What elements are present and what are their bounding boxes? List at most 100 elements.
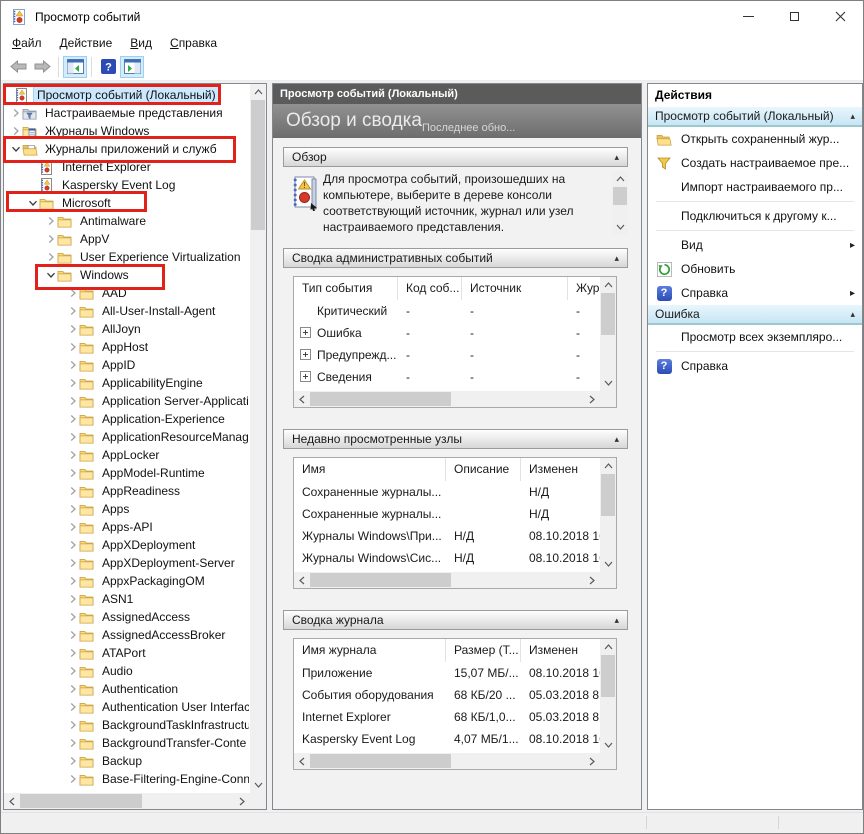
tree-collapsed-arrow[interactable] [66, 720, 79, 730]
action-group-header-0[interactable]: Просмотр событий (Локальный) ▴ [648, 107, 862, 127]
tree-collapsed-arrow[interactable] [66, 756, 79, 766]
scrollbar-thumb[interactable] [20, 794, 142, 808]
scroll-up-icon[interactable] [600, 458, 616, 474]
scroll-left-icon[interactable] [294, 391, 310, 407]
tree-collapsed-arrow[interactable] [66, 360, 79, 370]
column-header[interactable]: Изменен [521, 458, 600, 481]
show-console-tree-button[interactable] [63, 55, 87, 78]
action-item[interactable]: Просмотр всех экземпляро... [648, 325, 862, 349]
tree-item[interactable]: AppXDeployment [4, 536, 249, 554]
tree-item[interactable]: ApplicabilityEngine [4, 374, 249, 392]
table-row[interactable]: Сохраненные журналы... Н/Д [294, 481, 600, 503]
section-header-overview[interactable]: Обзор ▴ [283, 147, 628, 167]
action-group-header-1[interactable]: Ошибка ▴ [648, 305, 862, 325]
tree-item[interactable]: Antimalware [4, 212, 249, 230]
tree-collapsed-arrow[interactable] [44, 216, 57, 226]
close-button[interactable] [817, 1, 863, 32]
table-row[interactable]: Сведения - - - [294, 366, 600, 388]
tree-collapsed-arrow[interactable] [66, 558, 79, 568]
table-vertical-scrollbar[interactable] [600, 458, 616, 572]
scrollbar-thumb[interactable] [310, 392, 451, 406]
table-row[interactable]: Журналы Windows\Сис... Н/Д 08.10.2018 16:3 [294, 547, 600, 569]
collapse-icon[interactable]: ▴ [850, 309, 855, 320]
tree-collapsed-arrow[interactable] [66, 612, 79, 622]
scroll-up-icon[interactable] [600, 277, 616, 293]
tree-item[interactable]: Просмотр событий (Локальный) [4, 86, 249, 104]
tree-collapsed-arrow[interactable] [66, 594, 79, 604]
tree-collapsed-arrow[interactable] [66, 540, 79, 550]
tree-item[interactable]: AppXDeployment-Server [4, 554, 249, 572]
menu-item-2[interactable]: Вид [121, 34, 161, 52]
column-header[interactable]: Источник [462, 277, 568, 300]
scroll-down-icon[interactable] [600, 556, 616, 572]
tree-item[interactable]: All-User-Install-Agent [4, 302, 249, 320]
scrollbar-thumb[interactable] [601, 293, 615, 335]
action-item[interactable]: Открыть сохраненный жур... [648, 127, 862, 151]
tree-item[interactable] [4, 788, 249, 792]
scroll-right-icon[interactable] [584, 391, 600, 407]
scrollbar-thumb[interactable] [601, 655, 615, 697]
scroll-right-icon[interactable] [584, 753, 600, 769]
tree-collapsed-arrow[interactable] [66, 306, 79, 316]
tree-collapsed-arrow[interactable] [66, 342, 79, 352]
table-row[interactable]: Сохраненные журналы... Н/Д [294, 503, 600, 525]
collapse-icon[interactable]: ▴ [850, 111, 855, 122]
tree-item[interactable]: AppHost [4, 338, 249, 356]
tree-collapsed-arrow[interactable] [9, 126, 22, 136]
tree-collapsed-arrow[interactable] [66, 396, 79, 406]
tree-collapsed-arrow[interactable] [66, 576, 79, 586]
column-header[interactable]: Имя журнала [294, 639, 446, 662]
tree-item[interactable]: Application-Experience [4, 410, 249, 428]
tree-collapsed-arrow[interactable] [9, 108, 22, 118]
table-row[interactable]: События оборудования 68 КБ/20 ... 05.03.20… [294, 684, 600, 706]
tree-item[interactable]: Internet Explorer [4, 158, 249, 176]
action-item[interactable]: ? Справка ▸ [648, 281, 862, 305]
tree-item[interactable]: Журналы приложений и служб [4, 140, 249, 158]
table-row[interactable]: Internet Explorer 68 КБ/1,0... 05.03.2018 … [294, 706, 600, 728]
tree-item[interactable]: AppV [4, 230, 249, 248]
tree-item[interactable]: Backup [4, 752, 249, 770]
scroll-up-icon[interactable] [250, 84, 266, 100]
tree-item[interactable]: Microsoft [4, 194, 249, 212]
tree-item[interactable]: ApplicationResourceManag [4, 428, 249, 446]
table-vertical-scrollbar[interactable] [600, 277, 616, 391]
minimize-button[interactable] [725, 1, 771, 32]
tree-collapsed-arrow[interactable] [66, 684, 79, 694]
tree-collapsed-arrow[interactable] [66, 486, 79, 496]
overview-scrollbar[interactable] [612, 171, 628, 235]
tree-item[interactable]: Kaspersky Event Log [4, 176, 249, 194]
scrollbar-thumb[interactable] [601, 474, 615, 516]
scroll-up-icon[interactable] [612, 171, 628, 187]
tree-collapsed-arrow[interactable] [66, 774, 79, 784]
scrollbar-thumb[interactable] [310, 573, 451, 587]
tree-item[interactable]: Authentication User Interfac [4, 698, 249, 716]
action-item[interactable]: Вид ▸ [648, 233, 862, 257]
column-header[interactable]: Журн [568, 277, 600, 300]
tree-collapsed-arrow[interactable] [66, 450, 79, 460]
tree-item[interactable]: Base-Filtering-Engine-Conn [4, 770, 249, 788]
tree-collapsed-arrow[interactable] [66, 432, 79, 442]
tree-collapsed-arrow[interactable] [66, 414, 79, 424]
tree-collapsed-arrow[interactable] [66, 504, 79, 514]
action-item[interactable]: Обновить [648, 257, 862, 281]
tree-item[interactable]: Apps-API [4, 518, 249, 536]
tree-item[interactable]: Apps [4, 500, 249, 518]
tree-item[interactable]: Windows [4, 266, 249, 284]
table-row[interactable]: Приложение 15,07 МБ/... 08.10.2018 16:3 [294, 662, 600, 684]
tree-item[interactable]: BackgroundTaskInfrastructu [4, 716, 249, 734]
tree-item[interactable]: AAD [4, 284, 249, 302]
scroll-down-icon[interactable] [250, 777, 266, 793]
scroll-right-icon[interactable] [584, 572, 600, 588]
tree-expanded-arrow[interactable] [26, 198, 39, 208]
tree-item[interactable]: AppLocker [4, 446, 249, 464]
tree-vertical-scrollbar[interactable] [250, 84, 266, 793]
tree-collapsed-arrow[interactable] [66, 288, 79, 298]
tree-expanded-arrow[interactable] [9, 144, 22, 154]
tree-collapsed-arrow[interactable] [66, 648, 79, 658]
tree-collapsed-arrow[interactable] [44, 234, 57, 244]
tree-collapsed-arrow[interactable] [66, 702, 79, 712]
tree-collapsed-arrow[interactable] [66, 522, 79, 532]
table-vertical-scrollbar[interactable] [600, 639, 616, 753]
column-header[interactable]: Изменен [521, 639, 600, 662]
expand-plus-icon[interactable] [300, 371, 311, 382]
